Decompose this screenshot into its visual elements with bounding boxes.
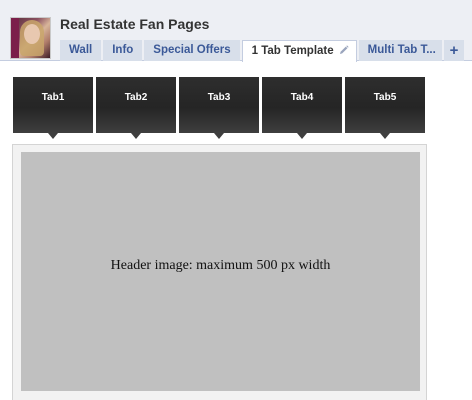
tab-multi-tab-template[interactable]: Multi Tab T... [358, 40, 442, 61]
tab-info[interactable]: Info [103, 40, 143, 61]
page-header: Real Estate Fan Pages Wall Info Special … [0, 0, 472, 62]
avatar-face [24, 24, 40, 44]
page-title[interactable]: Real Estate Fan Pages [60, 16, 209, 32]
tab-wall[interactable]: Wall [60, 40, 102, 61]
tab-1-tab-template[interactable]: 1 Tab Template [241, 40, 357, 62]
page-tabs: Wall Info Special Offers 1 Tab Template … [60, 40, 466, 62]
header-image-frame: Header image: maximum 500 px width [12, 144, 427, 400]
nav-tab-4[interactable]: Tab4 [262, 77, 342, 139]
add-tab-button[interactable]: + [443, 40, 465, 61]
tab-special-offers[interactable]: Special Offers [144, 40, 240, 61]
nav-tab-5[interactable]: Tab5 [345, 77, 425, 139]
page-avatar[interactable] [10, 17, 51, 59]
nav-tab-2[interactable]: Tab2 [96, 77, 176, 139]
pencil-icon[interactable] [339, 45, 349, 55]
nav-tab-3[interactable]: Tab3 [179, 77, 259, 139]
avatar-strip [11, 18, 19, 58]
header-image-caption: Header image: maximum 500 px width [110, 257, 331, 273]
header-image-placeholder: Header image: maximum 500 px width [21, 152, 420, 391]
tab-navigation: Tab1 Tab2 Tab3 Tab4 Tab5 [13, 77, 428, 139]
nav-tab-1[interactable]: Tab1 [13, 77, 93, 139]
tab-1-tab-template-label: 1 Tab Template [251, 45, 334, 57]
